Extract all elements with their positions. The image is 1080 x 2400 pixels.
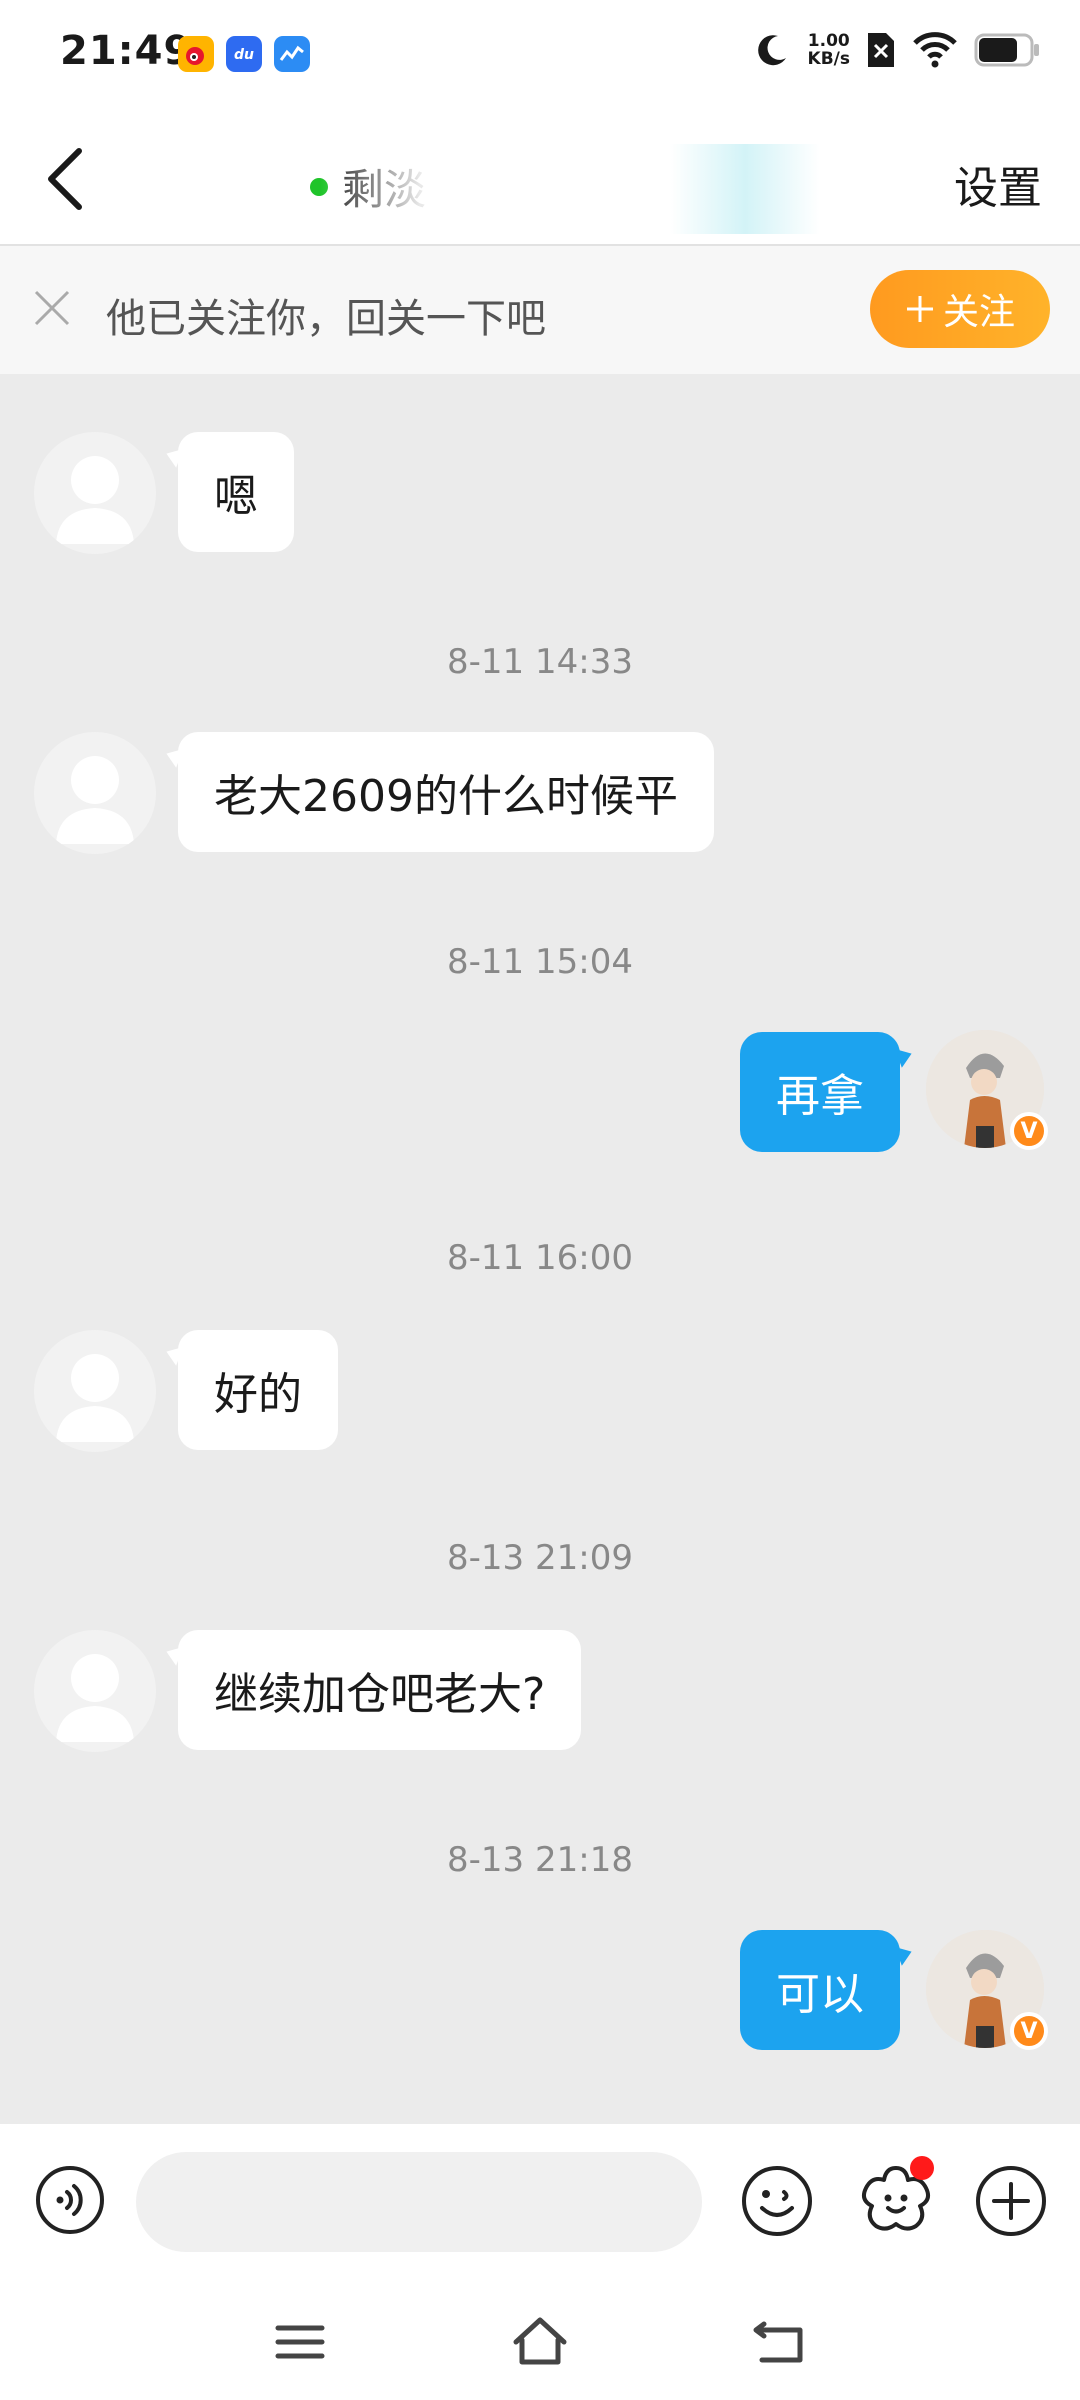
default-avatar-icon [56,456,134,544]
message-timestamp: 8-11 16:00 [447,1238,633,1278]
close-icon[interactable] [30,286,74,330]
status-bar: 21:49 du 1.00 KB/s [0,0,1080,110]
contact-avatar[interactable] [34,1330,156,1452]
verified-badge: V [1010,1112,1048,1150]
message-timestamp: 8-11 14:33 [447,642,633,682]
sim-disabled-icon [868,33,894,67]
svg-text:du: du [234,47,254,63]
sticker-button[interactable] [856,2156,936,2240]
baidu-du-icon: du [226,36,262,72]
my-avatar[interactable]: V [926,1930,1048,2050]
follow-back-banner: 他已关注你，回关一下吧 关注 [0,246,1080,374]
chat-header: 剩淡 设置 [0,110,1080,246]
menu-icon[interactable] [270,2312,330,2372]
chevron-left-icon [48,148,82,210]
network-speed-value: 1.00 [807,31,850,51]
default-avatar-icon [56,1654,134,1742]
back-nav-icon[interactable] [750,2312,810,2372]
notification-dot [910,2156,934,2180]
message-timestamp: 8-13 21:09 [447,1538,633,1578]
follow-back-text: 他已关注你，回关一下吧 [106,296,546,342]
message-list[interactable]: 嗯 8-11 14:33 老大2609的什么时候平 8-11 15:04 再拿 … [0,374,1080,2124]
message-bubble-outgoing[interactable]: 可以 [740,1930,900,2050]
plus-circle-icon[interactable] [974,2164,1048,2238]
follow-button-label: 关注 [942,292,1015,333]
settings-button[interactable]: 设置 [954,152,1042,216]
weibo-icon [178,36,214,72]
moon-icon [757,35,786,66]
home-icon[interactable] [510,2312,570,2372]
network-speed-unit: KB/s [807,49,850,69]
default-avatar-icon [56,756,134,844]
message-bubble-incoming[interactable]: 继续加仓吧老大? [178,1630,582,1750]
message-input-bar [0,2124,1080,2276]
system-navigation-bar [0,2276,1080,2400]
back-button[interactable] [30,144,100,214]
contact-avatar[interactable] [34,432,156,554]
message-bubble-incoming[interactable]: 好的 [178,1330,338,1450]
message-timestamp: 8-13 21:18 [447,1840,633,1880]
message-input[interactable] [136,2152,702,2252]
message-bubble-outgoing[interactable]: 再拿 [740,1032,900,1152]
my-avatar[interactable]: V [926,1030,1048,1150]
network-speed: 1.00 KB/s [808,32,850,68]
status-app-icons: du [178,36,310,72]
status-system-icons: 1.00 KB/s [752,30,1040,70]
voice-input-icon[interactable] [34,2164,106,2236]
message-bubble-incoming[interactable]: 老大2609的什么时候平 [178,732,714,852]
emoji-icon[interactable] [740,2164,814,2238]
status-time: 21:49 [60,28,193,74]
contact-avatar[interactable] [34,732,156,854]
stock-chart-icon [274,36,310,72]
name-redaction [320,144,820,234]
contact-avatar[interactable] [34,1630,156,1752]
default-avatar-icon [56,1354,134,1442]
battery-icon [974,33,1039,67]
message-bubble-incoming[interactable]: 嗯 [178,432,294,552]
message-timestamp: 8-11 15:04 [447,942,633,982]
follow-button[interactable]: 关注 [870,270,1050,348]
plus-icon [906,296,933,322]
wifi-icon [913,32,957,68]
verified-badge: V [1010,2012,1048,2050]
